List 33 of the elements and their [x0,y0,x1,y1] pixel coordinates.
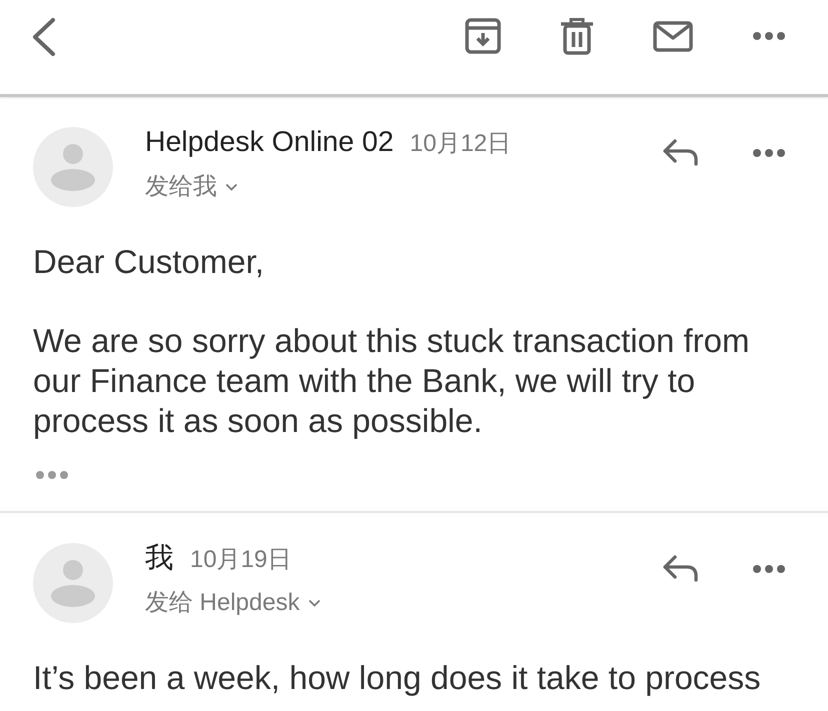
reply-button[interactable] [662,555,699,582]
more-button[interactable] [753,148,785,156]
back-button[interactable] [31,17,57,57]
show-trimmed-button[interactable] [36,471,68,479]
trash-icon [561,18,593,54]
sender-name: 我 [145,544,174,572]
reply-button[interactable] [662,139,699,166]
reply-icon [662,555,699,582]
more-icon [753,564,785,572]
recipients-toggle[interactable]: 发给我 [145,174,238,200]
avatar-icon [33,127,113,207]
more-icon [753,148,785,156]
message-date: 10月12日 [410,129,512,159]
more-icon [753,32,785,40]
avatar-icon [33,543,113,623]
chevron-down-icon [225,183,238,191]
message-text: Dear Customer, [33,242,266,282]
chevron-down-icon [308,599,321,607]
recipients-toggle[interactable]: 发给 Helpdesk [145,590,321,616]
message-date: 10月19日 [190,545,292,575]
archive-icon [465,18,501,54]
reply-icon [662,139,699,166]
message-text: It’s been a week, how long does it take to process [33,658,762,698]
more-button[interactable] [753,564,785,572]
message-text: We are so sorry about this stuck transaction from our Finance team with the Bank, we will try to process it as soon as possible. [33,321,751,441]
more-button[interactable] [753,32,785,40]
back-icon [31,17,57,57]
mail-icon [653,20,693,52]
sender-name: Helpdesk Online 02 [145,128,394,156]
mark-unread-button[interactable] [653,20,693,52]
archive-button[interactable] [465,18,501,54]
delete-button[interactable] [561,18,593,54]
more-icon [36,471,68,479]
